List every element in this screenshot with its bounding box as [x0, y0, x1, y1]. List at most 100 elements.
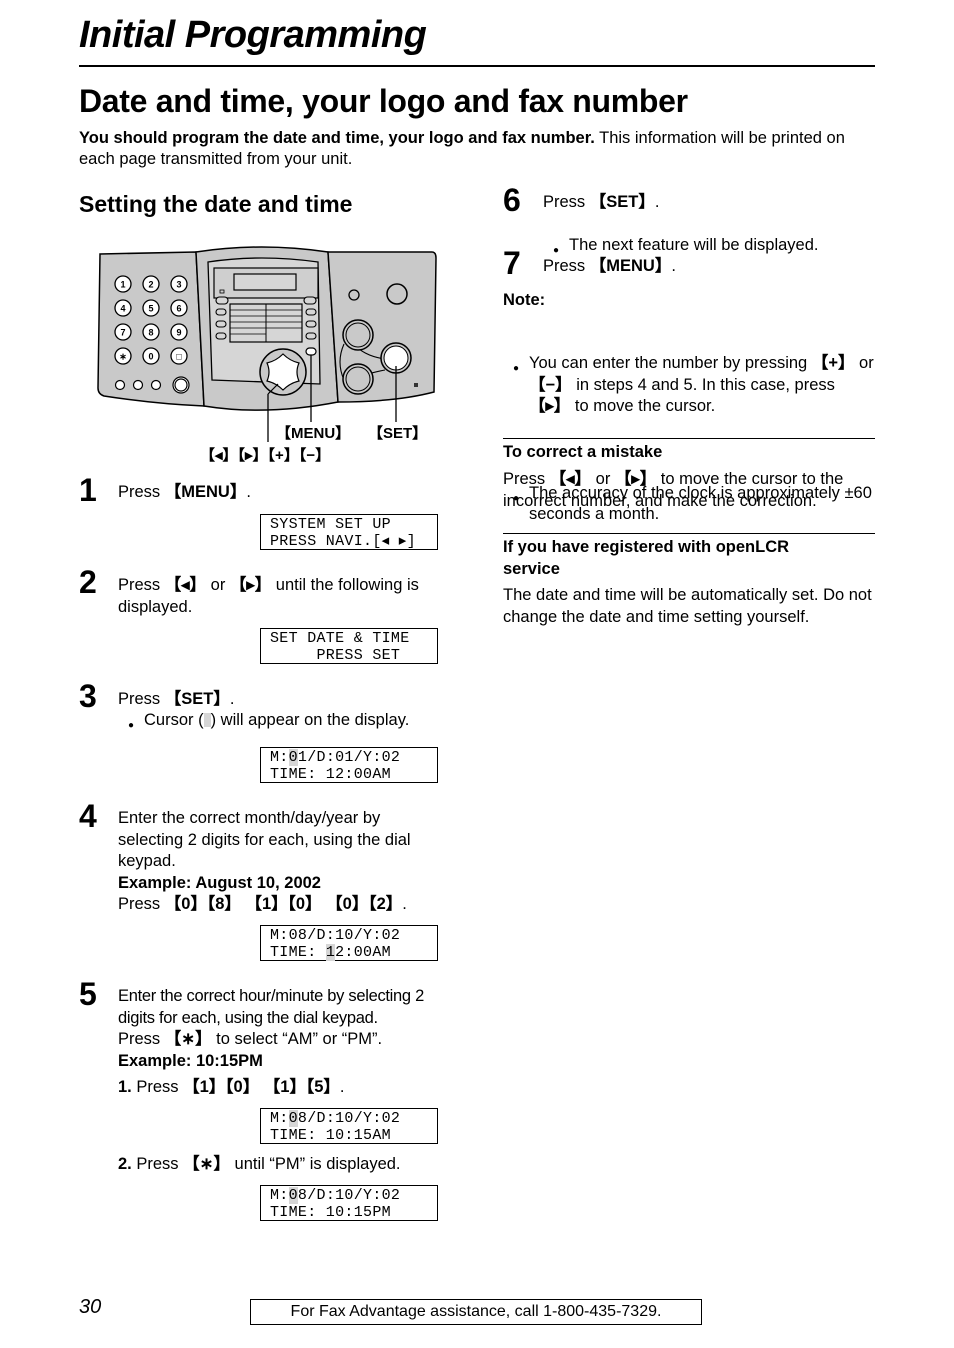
keypad-key-label: 3: [176, 280, 181, 290]
keypad-key-label: 5: [148, 304, 153, 314]
text: in steps 4 and 5. In this case, press: [571, 375, 835, 394]
keypad-key-label: 6: [176, 304, 181, 314]
example: Example: August 10, 2002: [118, 873, 321, 892]
keypad-key-label: 7: [120, 328, 125, 338]
intro-bold: You should program the date and time, yo…: [79, 129, 595, 147]
note-bullet-1: You can enter the number by pressing 【+】…: [513, 353, 875, 418]
keypad-key-label: 9: [176, 328, 181, 338]
text: Press: [131, 1155, 184, 1173]
lcd-line-1: M:08/D:10/Y:02: [270, 927, 401, 944]
lcd-line-2: PRESS SET: [270, 647, 401, 664]
lcd-line-2: PRESS NAVI.[◂ ▸]: [270, 533, 416, 550]
lcd-text: M:: [270, 1187, 289, 1204]
lcd-display-step-4: M:08/D:10/Y:02 TIME: 12:00AM: [260, 925, 438, 961]
openlcr-title: If you have registered with openLCR serv…: [503, 538, 790, 578]
text: until “PM” is displayed.: [229, 1155, 401, 1173]
lcd-line-1: M:08/D:10/Y:02: [270, 1110, 437, 1127]
lcd-display-step-1: SYSTEM SET UP PRESS NAVI.[◂ ▸]: [260, 514, 438, 550]
step-number: 7: [503, 245, 521, 281]
text: Press: [118, 895, 165, 913]
keypad-key-label: □: [176, 352, 182, 362]
fax-control-panel-diagram: 1 2 3 4 5 6 7 8 9 ∗ 0 □ 【MENU】 【SET】 【◂】【▸】【+】【−】: [96, 244, 441, 466]
text: or: [591, 470, 615, 488]
digit-keys-ref: 【1】【0】 【1】【5】: [183, 1078, 340, 1096]
right-key-ref: 【▸】: [614, 470, 657, 488]
section-divider: [503, 438, 875, 439]
intro-paragraph: You should program the date and time, yo…: [79, 128, 879, 170]
text: Cursor (: [144, 711, 204, 729]
keypad-key-label: 8: [148, 328, 153, 338]
keypad-key-label: 0: [148, 352, 153, 362]
step-number: 6: [503, 182, 521, 218]
text: Press: [543, 193, 590, 211]
lcd-line-2: TIME: 12:00AM: [270, 766, 391, 783]
correct-mistake-body: Press 【◂】 or 【▸】 to move the cursor to t…: [503, 469, 875, 512]
text: or: [854, 354, 874, 372]
substep-number: 2.: [118, 1155, 132, 1173]
lcd-line-2: TIME: 12:00AM: [270, 944, 437, 961]
keypad-key-label: 4: [120, 304, 125, 314]
step-number: 3: [79, 678, 97, 714]
section-divider: [503, 533, 875, 534]
keypad-key-label: 2: [148, 280, 153, 290]
lcd-line-2: TIME: 10:15AM: [270, 1127, 391, 1144]
lcd-text: 8/D:10/Y:02: [297, 1187, 401, 1204]
lcd-cursor: 1: [325, 944, 336, 961]
lcd-display-step-5b: M:08/D:10/Y:02 TIME: 10:15PM: [260, 1185, 438, 1221]
lcd-text: M:: [270, 749, 289, 766]
text: Press: [118, 1030, 165, 1048]
star-key-ref: 【∗】: [183, 1155, 230, 1173]
minus-key-ref: 【−】: [529, 375, 572, 394]
lcd-line-1: SYSTEM SET UP: [270, 516, 391, 533]
lcd-display-step-5a: M:08/D:10/Y:02 TIME: 10:15AM: [260, 1108, 438, 1144]
keypad-key-label: ∗: [119, 352, 127, 362]
step-number: 1: [79, 472, 97, 508]
star-key-ref: 【∗】: [164, 1030, 212, 1048]
text: ) will appear on the display.: [210, 711, 410, 729]
step-5-text: Enter the correct hour/minute by selecti…: [118, 986, 453, 1072]
step-number: 4: [79, 798, 97, 834]
lcd-cursor: 0: [288, 1187, 298, 1204]
text: .: [402, 895, 407, 913]
cursor-swatch: [203, 713, 211, 727]
page-title: Date and time, your logo and fax number: [79, 83, 688, 119]
left-key-ref: 【◂】: [164, 576, 207, 594]
menu-key-label: 【MENU】: [276, 425, 351, 442]
chapter-divider: [79, 65, 875, 67]
lcd-cursor: 0: [288, 1110, 298, 1127]
set-key-ref: 【SET】: [589, 193, 655, 211]
text: or: [206, 576, 230, 594]
example: Example: 10:15PM: [118, 1051, 263, 1070]
keypad-key-label: 1: [120, 280, 125, 290]
lcd-text: 8/D:10/Y:02: [297, 1110, 401, 1127]
menu-key-ref: 【MENU】: [589, 257, 672, 275]
text: .: [246, 483, 251, 501]
lcd-text: 2:00AM: [335, 944, 391, 961]
instruction: Enter the correct month/day/year by sele…: [118, 809, 411, 870]
plus-key-ref: 【+】: [811, 354, 855, 372]
step-2-text: Press 【◂】 or 【▸】 until the following is …: [118, 575, 448, 618]
text: Press: [118, 483, 165, 501]
step-6-text: Press 【SET】.: [543, 192, 659, 214]
step-3-text: Press 【SET】.: [118, 689, 234, 711]
lcd-screen: [233, 273, 297, 291]
openlcr-body: The date and time will be automatically …: [503, 586, 872, 626]
note-title: Note:: [503, 291, 546, 309]
press-line: Press 【∗】 to select “AM” or “PM”.: [118, 1029, 453, 1051]
set-key-ref: 【SET】: [164, 690, 230, 708]
text: .: [671, 257, 676, 275]
section-title: Setting the date and time: [79, 191, 353, 217]
step-number: 2: [79, 564, 97, 600]
lcd-line-1: M:01/D:01/Y:02: [270, 749, 437, 766]
set-key-label: 【SET】: [368, 425, 428, 442]
press-line: Press 【0】【8】 【1】【0】 【0】【2】.: [118, 894, 448, 916]
text: Press: [118, 690, 165, 708]
instruction: Enter the correct hour/minute by selecti…: [118, 987, 424, 1027]
left-key-ref: 【◂】: [549, 470, 592, 488]
text: Press: [543, 257, 590, 275]
lcd-line-1: SET DATE & TIME: [270, 630, 410, 647]
lcd-cursor: 0: [288, 749, 298, 766]
digit-keys-ref: 【0】【8】 【1】【0】 【0】【2】: [164, 895, 403, 913]
step-1-text: Press 【MENU】.: [118, 482, 251, 504]
page-number: 30: [79, 1296, 102, 1318]
